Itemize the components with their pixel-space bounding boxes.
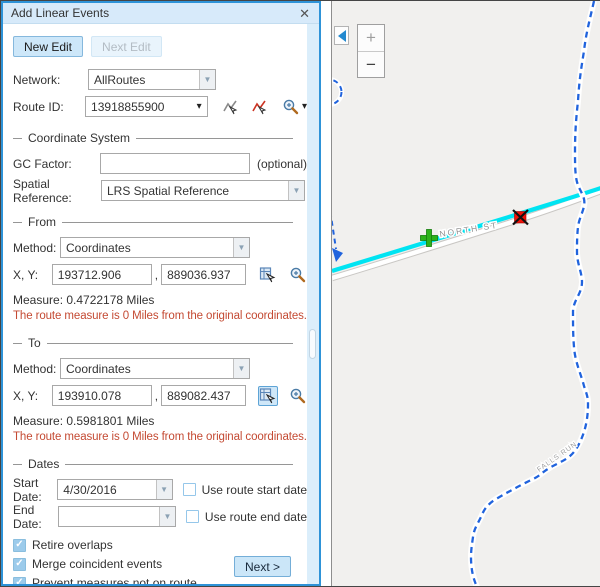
network-dropdown[interactable]: AllRoutes ▼: [88, 69, 216, 90]
map-view[interactable]: NORTH ST FALLS RUN + −: [331, 1, 600, 586]
network-value: AllRoutes: [89, 73, 199, 87]
stream-casing: [471, 1, 594, 586]
panel-content: New Edit Next Edit Network: AllRoutes ▼ …: [3, 24, 307, 584]
pick-to-coordinates-on-map-icon[interactable]: [258, 386, 277, 406]
gc-factor-input[interactable]: [100, 153, 250, 174]
from-method-dropdown[interactable]: Coordinates ▼: [60, 237, 250, 258]
to-warning-text: The route measure is 0 Miles from the or…: [13, 431, 307, 443]
prevent-measures-label: Prevent measures not on route: [32, 576, 197, 584]
from-x-input[interactable]: [52, 264, 152, 285]
close-icon[interactable]: ✕: [296, 7, 313, 20]
use-route-start-date-label: Use route start date: [202, 483, 307, 497]
chevron-down-icon[interactable]: ▼: [159, 507, 175, 526]
checkmark-icon: ✓: [15, 540, 23, 550]
to-point-marker-icon[interactable]: [513, 210, 528, 225]
to-measure-text: Measure: 0.5981801 Miles: [13, 414, 307, 428]
zoom-to-to-point-icon[interactable]: [288, 386, 307, 406]
new-edit-button[interactable]: New Edit: [13, 36, 83, 57]
panel-titlebar: Add Linear Events ✕: [3, 3, 319, 24]
stream-line: [471, 1, 594, 586]
map-zoom-control: + −: [357, 24, 385, 78]
from-method-label: Method:: [13, 241, 60, 255]
chevron-down-icon[interactable]: ▼: [199, 70, 215, 89]
xy-separator: ,: [152, 268, 161, 282]
add-linear-events-panel: Add Linear Events ✕ New Edit Next Edit N…: [1, 1, 321, 586]
xy-separator: ,: [152, 389, 161, 403]
zoom-out-button[interactable]: −: [358, 51, 384, 77]
select-route-on-map-icon[interactable]: [220, 97, 239, 117]
spatial-reference-value: LRS Spatial Reference: [102, 184, 288, 198]
spatial-reference-dropdown[interactable]: LRS Spatial Reference ▼: [101, 180, 305, 201]
tributary-arrowhead-icon: [332, 248, 343, 262]
from-legend: From: [13, 215, 293, 229]
spatial-reference-label: Spatial Reference:: [13, 177, 101, 205]
retire-overlaps-label: Retire overlaps: [32, 538, 113, 552]
use-route-start-date-checkbox[interactable]: [183, 483, 196, 496]
to-method-dropdown[interactable]: Coordinates ▼: [60, 358, 250, 379]
merge-coincident-events-checkbox[interactable]: ✓: [13, 558, 26, 571]
route-id-value: 13918855900: [86, 100, 191, 114]
start-date-value: 4/30/2016: [58, 483, 155, 497]
from-xy-label: X, Y:: [13, 268, 52, 282]
chevron-down-icon[interactable]: ▼: [233, 359, 249, 378]
to-y-input[interactable]: [161, 385, 246, 406]
chevron-down-icon[interactable]: ▼: [288, 181, 304, 200]
to-x-input[interactable]: [52, 385, 152, 406]
coordinate-system-legend: Coordinate System: [13, 131, 293, 145]
merge-coincident-events-label: Merge coincident events: [32, 557, 162, 571]
route-id-dropdown[interactable]: 13918855900 ▾: [85, 96, 208, 117]
end-date-dropdown[interactable]: ▼: [58, 506, 176, 527]
tributary-line: [332, 203, 336, 249]
map-graphics: NORTH ST FALLS RUN: [332, 1, 600, 586]
from-warning-text: The route measure is 0 Miles from the or…: [13, 310, 307, 322]
zoom-in-button[interactable]: +: [358, 25, 384, 51]
from-y-input[interactable]: [161, 264, 246, 285]
to-method-label: Method:: [13, 362, 60, 376]
use-route-end-date-checkbox[interactable]: [186, 510, 199, 523]
pick-from-coordinates-on-map-icon[interactable]: [258, 265, 277, 285]
chevron-down-icon[interactable]: ▼: [156, 480, 172, 499]
scrollbar-thumb[interactable]: [309, 329, 316, 359]
from-method-value: Coordinates: [61, 241, 233, 255]
dates-legend: Dates: [13, 457, 293, 471]
panel-scrollbar[interactable]: [307, 24, 319, 584]
collapse-arrow-icon: [338, 30, 346, 42]
checkmark-icon: ✓: [15, 578, 23, 584]
next-edit-button: Next Edit: [91, 36, 162, 57]
from-measure-text: Measure: 0.4722178 Miles: [13, 293, 307, 307]
network-label: Network:: [13, 73, 88, 87]
zoom-to-route-icon[interactable]: [281, 97, 300, 117]
route-id-label: Route ID:: [13, 100, 85, 114]
gc-factor-label: GC Factor:: [13, 157, 100, 171]
to-xy-label: X, Y:: [13, 389, 52, 403]
next-button[interactable]: Next >: [234, 556, 291, 577]
to-legend: To: [13, 336, 293, 350]
end-date-label: End Date:: [13, 503, 58, 531]
collapse-panel-button[interactable]: [334, 26, 349, 45]
chevron-down-icon[interactable]: ▼: [233, 238, 249, 257]
start-date-dropdown[interactable]: 4/30/2016 ▼: [57, 479, 172, 500]
checkmark-icon: ✓: [15, 559, 23, 569]
optional-hint: (optional): [257, 157, 307, 171]
to-method-value: Coordinates: [61, 362, 233, 376]
zoom-to-from-point-icon[interactable]: [288, 265, 307, 285]
prevent-measures-checkbox[interactable]: ✓: [13, 577, 26, 585]
chevron-down-icon[interactable]: ▾: [191, 97, 207, 116]
retire-overlaps-checkbox[interactable]: ✓: [13, 539, 26, 552]
select-route-red-icon[interactable]: [249, 97, 268, 117]
start-date-label: Start Date:: [13, 476, 57, 504]
panel-title: Add Linear Events: [11, 6, 296, 20]
use-route-end-date-label: Use route end date: [205, 510, 307, 524]
